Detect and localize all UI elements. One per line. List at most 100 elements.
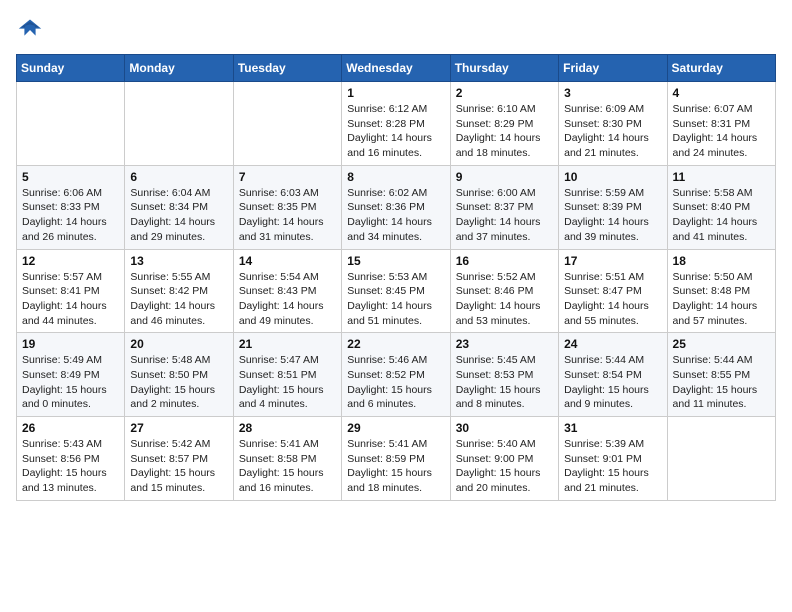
weekday-header: Tuesday	[233, 55, 341, 82]
calendar-week-row: 26 Sunrise: 5:43 AM Sunset: 8:56 PM Dayli…	[17, 417, 776, 501]
calendar-cell: 29 Sunrise: 5:41 AM Sunset: 8:59 PM Dayli…	[342, 417, 450, 501]
day-info: Sunrise: 5:51 AM Sunset: 8:47 PM Dayligh…	[564, 270, 661, 329]
calendar-cell: 7 Sunrise: 6:03 AM Sunset: 8:35 PM Daylig…	[233, 165, 341, 249]
day-info: Sunrise: 5:58 AM Sunset: 8:40 PM Dayligh…	[673, 186, 770, 245]
day-info: Sunrise: 5:46 AM Sunset: 8:52 PM Dayligh…	[347, 353, 444, 412]
day-number: 5	[22, 170, 119, 184]
calendar-cell: 1 Sunrise: 6:12 AM Sunset: 8:28 PM Daylig…	[342, 82, 450, 166]
calendar-table: SundayMondayTuesdayWednesdayThursdayFrid…	[16, 54, 776, 501]
day-number: 1	[347, 86, 444, 100]
day-number: 10	[564, 170, 661, 184]
day-number: 7	[239, 170, 336, 184]
day-number: 29	[347, 421, 444, 435]
day-info: Sunrise: 6:04 AM Sunset: 8:34 PM Dayligh…	[130, 186, 227, 245]
calendar-cell: 12Sunrise: 5:57 AM Sunset: 8:41 PM Dayli…	[17, 249, 125, 333]
calendar-cell: 4Sunrise: 6:07 AM Sunset: 8:31 PM Daylig…	[667, 82, 775, 166]
day-number: 26	[22, 421, 119, 435]
calendar-cell	[233, 82, 341, 166]
calendar-cell: 24 Sunrise: 5:44 AM Sunset: 8:54 PM Dayli…	[559, 333, 667, 417]
day-info: Sunrise: 5:40 AM Sunset: 9:00 PM Dayligh…	[456, 437, 553, 496]
calendar-cell: 8 Sunrise: 6:02 AM Sunset: 8:36 PM Daylig…	[342, 165, 450, 249]
day-number: 16	[456, 254, 553, 268]
calendar-cell: 9 Sunrise: 6:00 AM Sunset: 8:37 PM Daylig…	[450, 165, 558, 249]
weekday-header: Wednesday	[342, 55, 450, 82]
day-number: 12	[22, 254, 119, 268]
calendar-cell: 30 Sunrise: 5:40 AM Sunset: 9:00 PM Dayli…	[450, 417, 558, 501]
calendar-cell: 19 Sunrise: 5:49 AM Sunset: 8:49 PM Dayli…	[17, 333, 125, 417]
day-number: 8	[347, 170, 444, 184]
day-info: Sunrise: 6:03 AM Sunset: 8:35 PM Dayligh…	[239, 186, 336, 245]
day-info: Sunrise: 6:06 AM Sunset: 8:33 PM Dayligh…	[22, 186, 119, 245]
calendar-cell: 15 Sunrise: 5:53 AM Sunset: 8:45 PM Dayli…	[342, 249, 450, 333]
day-number: 18	[673, 254, 770, 268]
day-number: 21	[239, 337, 336, 351]
day-number: 15	[347, 254, 444, 268]
day-number: 23	[456, 337, 553, 351]
day-info: Sunrise: 6:09 AM Sunset: 8:30 PM Dayligh…	[564, 102, 661, 161]
day-info: Sunrise: 5:44 AM Sunset: 8:55 PM Dayligh…	[673, 353, 770, 412]
day-number: 20	[130, 337, 227, 351]
calendar-cell: 10 Sunrise: 5:59 AM Sunset: 8:39 PM Dayli…	[559, 165, 667, 249]
calendar-cell: 3 Sunrise: 6:09 AM Sunset: 8:30 PM Daylig…	[559, 82, 667, 166]
page-header	[16, 16, 776, 44]
day-number: 9	[456, 170, 553, 184]
calendar-cell: 11 Sunrise: 5:58 AM Sunset: 8:40 PM Dayli…	[667, 165, 775, 249]
day-info: Sunrise: 5:41 AM Sunset: 8:59 PM Dayligh…	[347, 437, 444, 496]
day-info: Sunrise: 6:02 AM Sunset: 8:36 PM Dayligh…	[347, 186, 444, 245]
calendar-cell	[667, 417, 775, 501]
day-number: 6	[130, 170, 227, 184]
day-number: 3	[564, 86, 661, 100]
calendar-cell	[17, 82, 125, 166]
day-number: 2	[456, 86, 553, 100]
day-info: Sunrise: 5:55 AM Sunset: 8:42 PM Dayligh…	[130, 270, 227, 329]
day-number: 4	[673, 86, 770, 100]
calendar-week-row: 19 Sunrise: 5:49 AM Sunset: 8:49 PM Dayli…	[17, 333, 776, 417]
calendar-cell	[125, 82, 233, 166]
day-number: 30	[456, 421, 553, 435]
calendar-cell: 31 Sunrise: 5:39 AM Sunset: 9:01 PM Dayli…	[559, 417, 667, 501]
day-number: 11	[673, 170, 770, 184]
day-info: Sunrise: 5:50 AM Sunset: 8:48 PM Dayligh…	[673, 270, 770, 329]
calendar-week-row: 12Sunrise: 5:57 AM Sunset: 8:41 PM Dayli…	[17, 249, 776, 333]
day-info: Sunrise: 5:43 AM Sunset: 8:56 PM Dayligh…	[22, 437, 119, 496]
day-info: Sunrise: 5:41 AM Sunset: 8:58 PM Dayligh…	[239, 437, 336, 496]
day-info: Sunrise: 5:59 AM Sunset: 8:39 PM Dayligh…	[564, 186, 661, 245]
day-number: 14	[239, 254, 336, 268]
weekday-header: Monday	[125, 55, 233, 82]
day-info: Sunrise: 5:48 AM Sunset: 8:50 PM Dayligh…	[130, 353, 227, 412]
day-info: Sunrise: 5:45 AM Sunset: 8:53 PM Dayligh…	[456, 353, 553, 412]
logo	[16, 16, 48, 44]
day-info: Sunrise: 6:00 AM Sunset: 8:37 PM Dayligh…	[456, 186, 553, 245]
day-info: Sunrise: 5:44 AM Sunset: 8:54 PM Dayligh…	[564, 353, 661, 412]
day-number: 22	[347, 337, 444, 351]
calendar-header-row: SundayMondayTuesdayWednesdayThursdayFrid…	[17, 55, 776, 82]
calendar-cell: 16Sunrise: 5:52 AM Sunset: 8:46 PM Dayli…	[450, 249, 558, 333]
calendar-cell: 17 Sunrise: 5:51 AM Sunset: 8:47 PM Dayli…	[559, 249, 667, 333]
day-info: Sunrise: 6:12 AM Sunset: 8:28 PM Dayligh…	[347, 102, 444, 161]
calendar-cell: 23 Sunrise: 5:45 AM Sunset: 8:53 PM Dayli…	[450, 333, 558, 417]
weekday-header: Saturday	[667, 55, 775, 82]
calendar-week-row: 5 Sunrise: 6:06 AM Sunset: 8:33 PM Daylig…	[17, 165, 776, 249]
day-info: Sunrise: 5:53 AM Sunset: 8:45 PM Dayligh…	[347, 270, 444, 329]
calendar-cell: 21Sunrise: 5:47 AM Sunset: 8:51 PM Dayli…	[233, 333, 341, 417]
day-number: 27	[130, 421, 227, 435]
day-info: Sunrise: 5:39 AM Sunset: 9:01 PM Dayligh…	[564, 437, 661, 496]
calendar-cell: 25 Sunrise: 5:44 AM Sunset: 8:55 PM Dayli…	[667, 333, 775, 417]
calendar-week-row: 1 Sunrise: 6:12 AM Sunset: 8:28 PM Daylig…	[17, 82, 776, 166]
calendar-cell: 26 Sunrise: 5:43 AM Sunset: 8:56 PM Dayli…	[17, 417, 125, 501]
day-number: 25	[673, 337, 770, 351]
weekday-header: Friday	[559, 55, 667, 82]
calendar-cell: 28 Sunrise: 5:41 AM Sunset: 8:58 PM Dayli…	[233, 417, 341, 501]
logo-icon	[16, 16, 44, 44]
calendar-cell: 6 Sunrise: 6:04 AM Sunset: 8:34 PM Daylig…	[125, 165, 233, 249]
day-number: 28	[239, 421, 336, 435]
day-number: 24	[564, 337, 661, 351]
day-number: 19	[22, 337, 119, 351]
weekday-header: Sunday	[17, 55, 125, 82]
day-info: Sunrise: 5:42 AM Sunset: 8:57 PM Dayligh…	[130, 437, 227, 496]
day-number: 17	[564, 254, 661, 268]
day-number: 31	[564, 421, 661, 435]
day-info: Sunrise: 5:54 AM Sunset: 8:43 PM Dayligh…	[239, 270, 336, 329]
calendar-cell: 20 Sunrise: 5:48 AM Sunset: 8:50 PM Dayli…	[125, 333, 233, 417]
day-info: Sunrise: 5:49 AM Sunset: 8:49 PM Dayligh…	[22, 353, 119, 412]
